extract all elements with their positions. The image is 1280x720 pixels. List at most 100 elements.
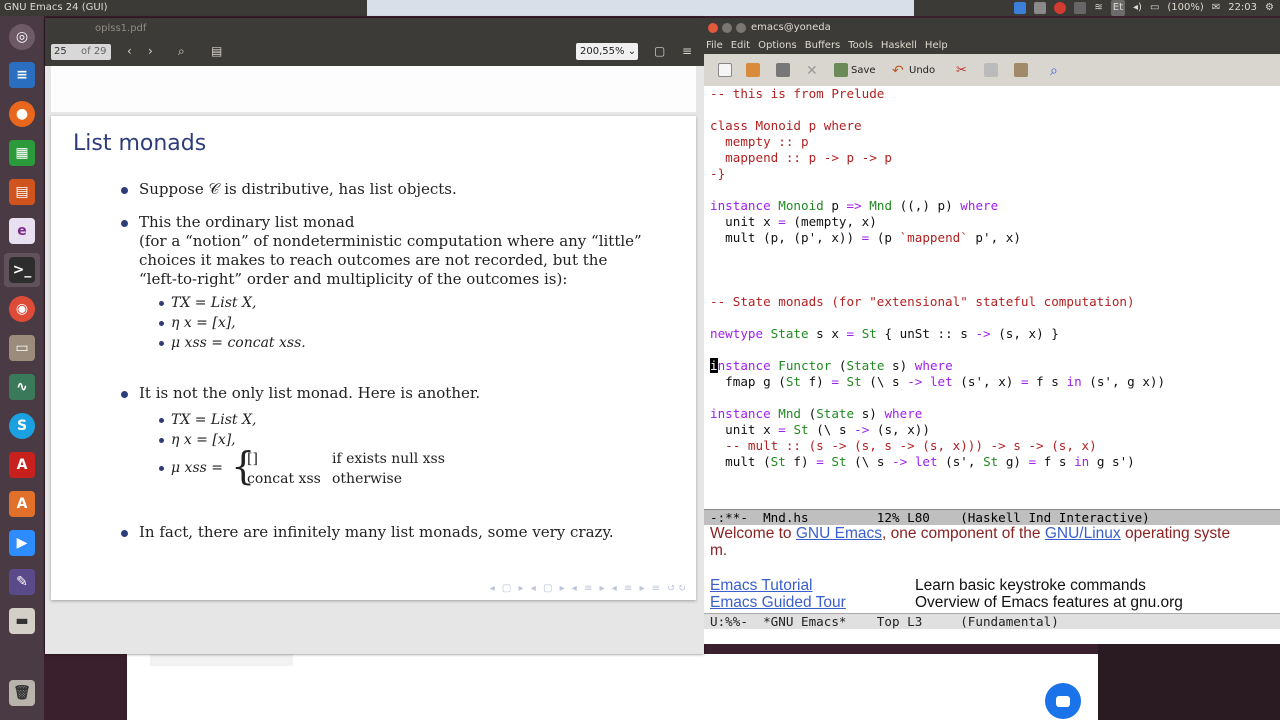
search-button[interactable]: ⌕ xyxy=(1050,62,1067,79)
network-icon[interactable] xyxy=(1074,2,1087,14)
previous-page-bottom xyxy=(51,66,696,112)
system-monitor-icon: ∿ xyxy=(9,374,35,400)
emacs-menu-bar: File Edit Options Buffers Tools Haskell Help xyxy=(704,38,1280,54)
mail-icon[interactable]: ✉ xyxy=(1212,0,1220,16)
launcher-skype[interactable]: S xyxy=(4,409,40,443)
launcher-impress[interactable]: ▤ xyxy=(4,175,40,209)
clock[interactable]: 22:03 xyxy=(1228,0,1257,16)
minimize-icon[interactable] xyxy=(722,23,732,33)
launcher-acrobat[interactable]: A xyxy=(4,448,40,482)
cut-button[interactable]: ✂ xyxy=(956,62,973,78)
previous-page-icon[interactable]: ‹ xyxy=(127,44,132,58)
volume-icon[interactable]: ◂) xyxy=(1133,0,1142,16)
launcher-writer[interactable]: ≡ xyxy=(4,58,40,92)
menu-options[interactable]: Options xyxy=(758,40,797,51)
kill-buffer-button[interactable]: ✕ xyxy=(806,62,823,79)
stop-icon[interactable] xyxy=(1054,2,1067,14)
close-icon: ✕ xyxy=(806,63,818,79)
launcher-software[interactable]: A xyxy=(4,487,40,521)
sub-bullet-icon xyxy=(159,418,164,423)
dired-button[interactable] xyxy=(776,62,793,78)
emacs-guided-tour-link[interactable]: Emacs Guided Tour xyxy=(710,594,846,611)
document-properties-icon[interactable]: ▢ xyxy=(654,44,665,58)
chat-button[interactable] xyxy=(1045,683,1081,719)
current-page[interactable]: 25 xyxy=(54,46,67,57)
next-page-icon[interactable]: › xyxy=(148,44,153,58)
menu-haskell[interactable]: Haskell xyxy=(881,40,917,51)
page-number-field[interactable]: 25 of 29 xyxy=(51,44,111,60)
undo-button[interactable]: ↶ Undo xyxy=(892,62,935,79)
zoom-select[interactable]: 200,55% ⌄ xyxy=(576,43,638,60)
emacs-tutorial-link[interactable]: Emacs Tutorial xyxy=(710,577,813,594)
keyboard-layout[interactable]: Et xyxy=(1110,0,1126,16)
menu-file[interactable]: File xyxy=(706,40,723,51)
battery-icon[interactable]: ▭ xyxy=(1150,0,1159,16)
paste-button[interactable] xyxy=(1014,62,1031,78)
launcher: ◎ ≡ ● ▦ ▤ e >_ ◉ ▭ ∿ S A A ▶ ✎ ▬ 🗑 xyxy=(0,16,44,720)
bullet-icon xyxy=(121,220,128,227)
welcome-line: Emacs Tutorial xyxy=(710,577,813,594)
launcher-editor[interactable]: ✎ xyxy=(4,565,40,599)
active-window-title: GNU Emacs 24 (GUI) xyxy=(4,2,108,13)
minibuffer[interactable] xyxy=(704,629,1280,644)
wifi-icon[interactable]: ≋ xyxy=(1094,0,1102,16)
new-file-icon xyxy=(718,63,732,77)
zoom-tray-icon[interactable] xyxy=(1014,2,1027,14)
launcher-zoom[interactable]: ▶ xyxy=(4,526,40,560)
menu-edit[interactable]: Edit xyxy=(731,40,750,51)
launcher-trash[interactable]: 🗑 xyxy=(4,676,40,710)
maximize-icon[interactable] xyxy=(736,23,746,33)
search-icon[interactable]: ⌕ xyxy=(178,44,185,59)
trash-icon: 🗑 xyxy=(9,680,35,706)
code-line: -- State monads (for "extensional" state… xyxy=(710,294,1135,309)
beamer-navigation-icons[interactable]: ◂ ▢ ▸ ◂ ▢ ▸ ◂ ≡ ▸ ◂ ≡ ▸ ≡ ↺↻ xyxy=(490,583,688,594)
background-strip xyxy=(367,0,914,16)
haskell-source-buffer[interactable]: -- this is from Prelude class Monoid p w… xyxy=(704,86,1280,510)
sub-bullet-icon xyxy=(159,438,164,443)
code-line: instance Functor (State s) where xyxy=(710,358,953,373)
bullet-icon xyxy=(121,391,128,398)
launcher-firefox[interactable]: ● xyxy=(4,97,40,131)
save-button[interactable]: Save xyxy=(834,62,876,78)
launcher-monitor[interactable]: ∿ xyxy=(4,370,40,404)
launcher-calc[interactable]: ▦ xyxy=(4,136,40,170)
new-file-button[interactable] xyxy=(718,62,735,78)
software-center-icon: A xyxy=(9,491,35,517)
open-folder-button[interactable] xyxy=(746,62,763,78)
launcher-chrome[interactable]: ◉ xyxy=(4,292,40,326)
launcher-dash[interactable]: ◎ xyxy=(4,20,40,54)
formula-text: TX = List X, xyxy=(171,295,257,311)
close-icon[interactable] xyxy=(708,23,718,33)
bullet-icon xyxy=(121,187,128,194)
copy-button[interactable] xyxy=(984,62,1001,78)
formula-text: η x = [x], xyxy=(171,315,236,331)
menu-help[interactable]: Help xyxy=(925,40,948,51)
formula-text: μ xss = xyxy=(171,460,223,476)
emacs-icon: e xyxy=(9,218,35,244)
pdf-document-area[interactable]: List monads Suppose 𝒞 is distributive, h… xyxy=(45,66,704,654)
gnu-emacs-welcome-buffer[interactable]: Welcome to GNU Emacs, one component of t… xyxy=(704,525,1280,622)
menu-buffers[interactable]: Buffers xyxy=(805,40,841,51)
mode-line-haskell[interactable]: -:**- Mnd.hs 12% L80 (Haskell Ind Intera… xyxy=(704,509,1280,525)
sub-bullet-icon xyxy=(159,321,164,326)
usb-drive-icon: ▬ xyxy=(9,608,35,634)
gnu-emacs-link[interactable]: GNU Emacs xyxy=(796,525,882,542)
sidebar-toggle-icon[interactable]: ▤ xyxy=(211,44,222,58)
gnu-linux-link[interactable]: GNU/Linux xyxy=(1045,525,1121,542)
power-icon[interactable]: ⚙ xyxy=(1265,0,1274,16)
chat-icon xyxy=(1056,695,1070,707)
chrome-icon: ◉ xyxy=(9,296,35,322)
mode-line-gnu-emacs[interactable]: U:%%- *GNU Emacs* Top L3 (Fundamental) xyxy=(704,613,1280,629)
dropbox-icon[interactable] xyxy=(1034,2,1047,14)
pdf-window-title: oplss1.pdf xyxy=(95,23,147,34)
launcher-usb[interactable]: ▬ xyxy=(4,604,40,638)
launcher-emacs[interactable]: e xyxy=(4,214,40,248)
launcher-terminal[interactable]: >_ xyxy=(4,253,40,287)
menu-icon[interactable]: ≡ xyxy=(682,44,692,58)
launcher-files[interactable]: ▭ xyxy=(4,331,40,365)
menu-tools[interactable]: Tools xyxy=(848,40,873,51)
